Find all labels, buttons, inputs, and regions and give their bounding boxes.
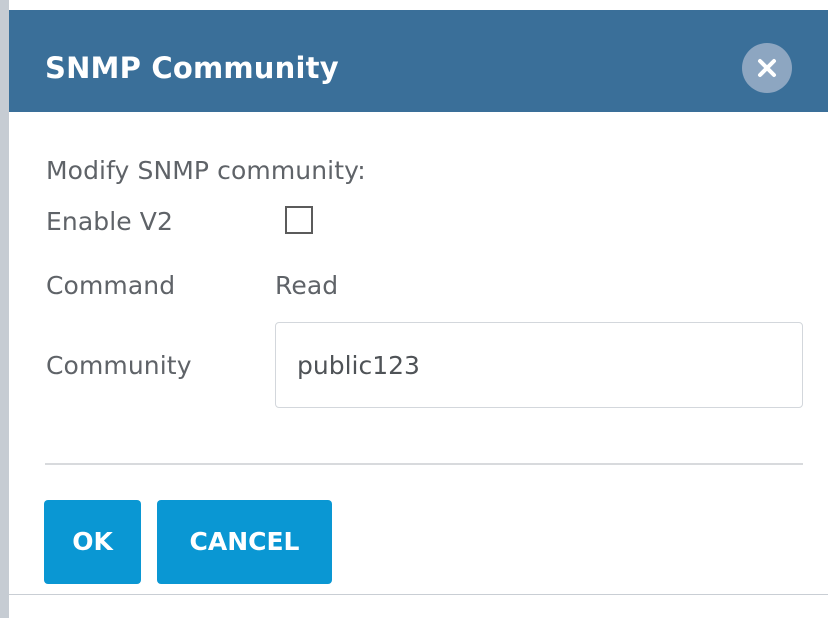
command-label: Command [46,271,176,300]
dialog-titlebar: SNMP Community [9,10,828,112]
community-label: Community [46,351,192,380]
dialog-divider [45,463,803,465]
snmp-community-dialog: SNMP Community Modify SNMP community: En… [9,0,828,595]
ok-button[interactable]: OK [44,500,141,584]
page: SNMP Community Modify SNMP community: En… [0,0,828,618]
command-value: Read [275,271,339,300]
dialog-title: SNMP Community [45,51,339,85]
close-button[interactable] [742,43,792,93]
close-icon [758,59,776,77]
enable-v2-label: Enable V2 [46,207,174,236]
dialog-description: Modify SNMP community: [46,156,366,185]
enable-v2-checkbox[interactable] [285,206,313,234]
cancel-button[interactable]: CANCEL [157,500,332,584]
community-input[interactable] [275,322,803,408]
background-edge [0,0,9,618]
